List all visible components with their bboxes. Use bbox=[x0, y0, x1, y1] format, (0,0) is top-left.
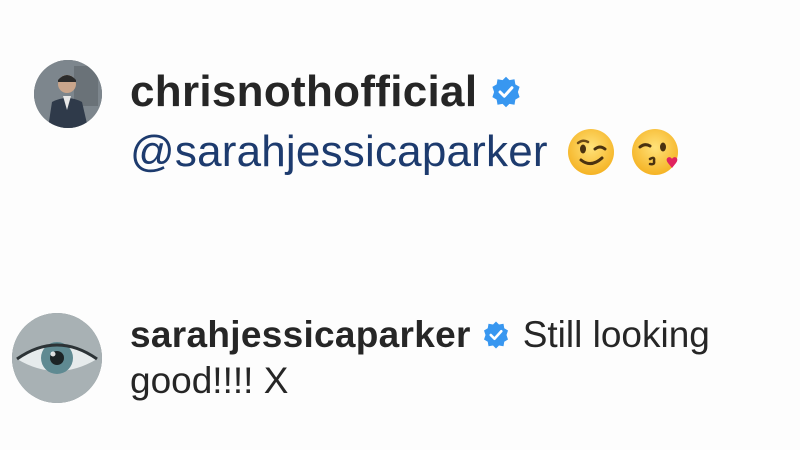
mention-link[interactable]: @sarahjessicaparker bbox=[130, 124, 548, 180]
verified-badge-icon bbox=[483, 321, 508, 349]
verified-badge-icon bbox=[492, 76, 520, 108]
username-link[interactable]: chrisnothofficial bbox=[130, 66, 477, 118]
comment-thread: chrisnothofficial @sarahjessicaparker sa… bbox=[0, 0, 800, 450]
comment-text-continued: good!!!! X bbox=[130, 360, 289, 401]
avatar[interactable] bbox=[12, 313, 102, 403]
username-link[interactable]: sarahjessicaparker bbox=[130, 313, 471, 357]
comment-text: Still looking bbox=[522, 314, 710, 355]
avatar[interactable] bbox=[34, 60, 102, 128]
winking-face-emoji-icon bbox=[567, 129, 614, 175]
profile-photo-eye-closeup bbox=[12, 313, 102, 403]
face-blowing-kiss-emoji-icon bbox=[631, 129, 678, 175]
profile-photo-man-in-suit bbox=[34, 60, 102, 128]
